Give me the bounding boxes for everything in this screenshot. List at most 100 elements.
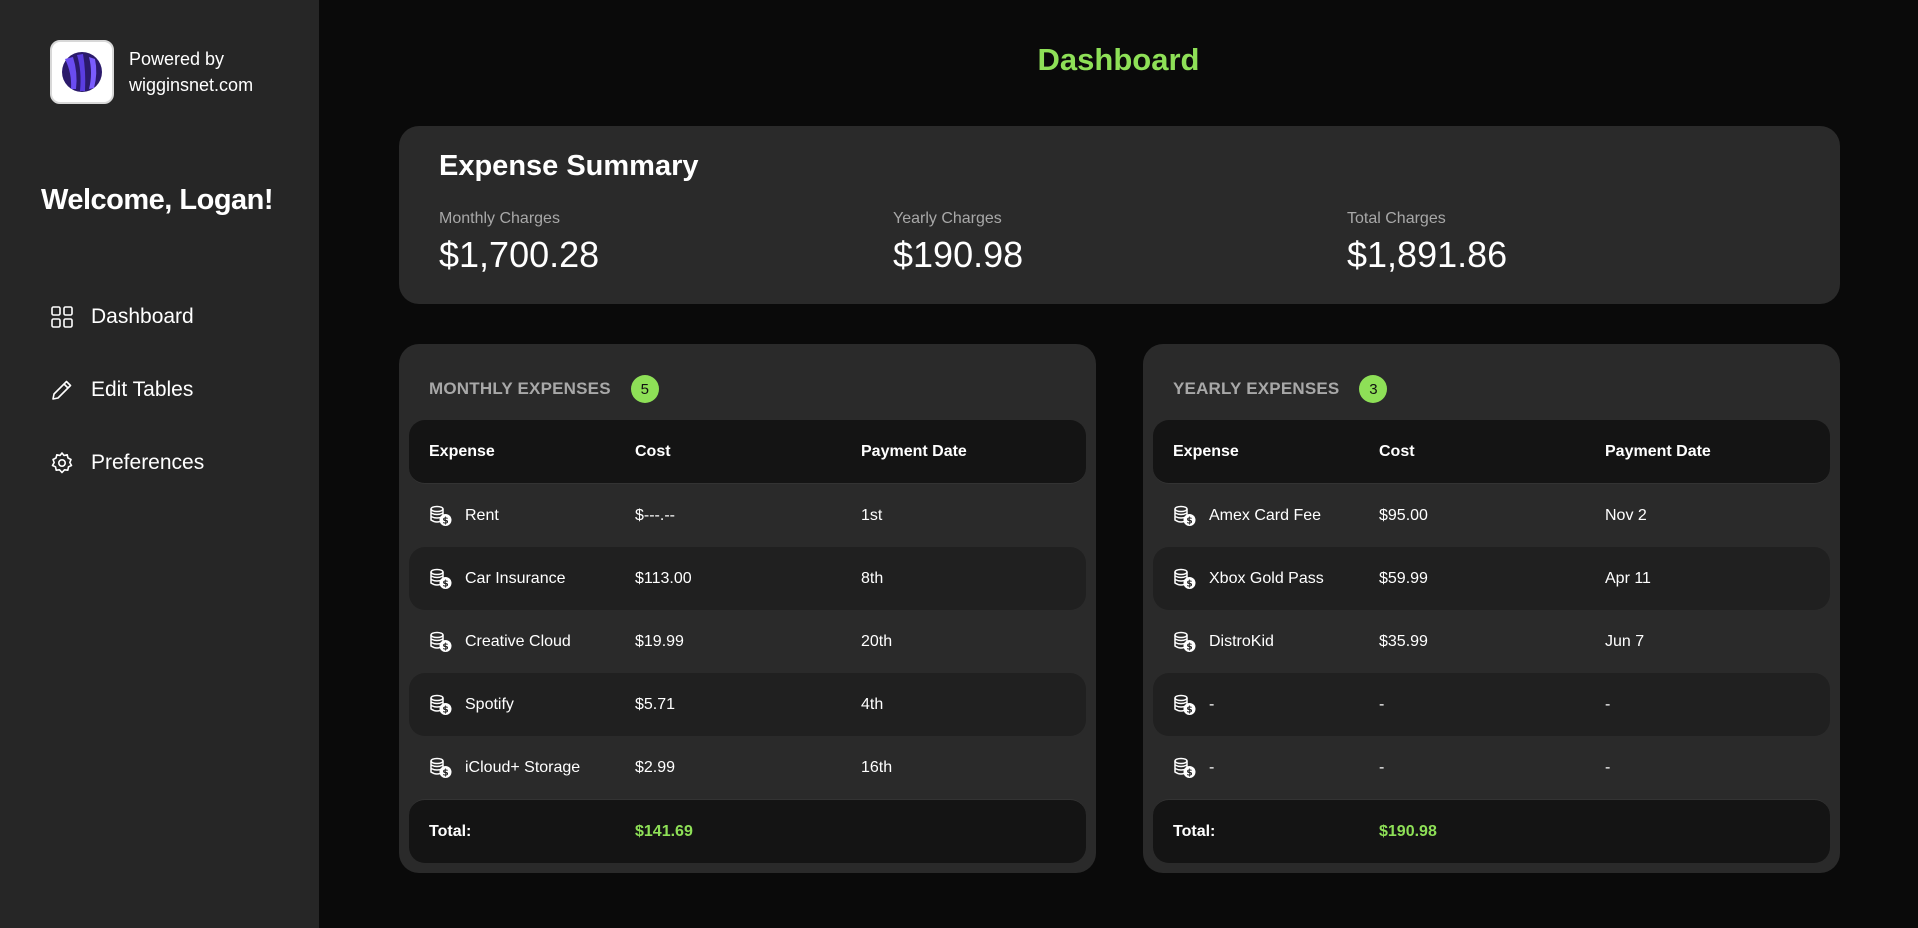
expense-date: 4th [861,695,884,713]
table-row[interactable]: $ Amex Card Fee $95.00 Nov 2 [1153,484,1830,547]
expense-date: 1st [861,506,883,524]
expense-name: Spotify [465,695,514,713]
coins-icon: $ [1173,568,1197,590]
expense-name: Xbox Gold Pass [1209,569,1324,587]
sidebar-item-label: Edit Tables [91,377,194,401]
expense-date: 16th [861,758,893,776]
grid-icon [49,304,75,330]
column-header-payment-date: Payment Date [861,442,967,460]
svg-text:$: $ [1186,705,1192,715]
expense-name: DistroKid [1209,632,1274,650]
yearly-expenses-table: Expense Cost Payment Date $ Amex Card Fee… [1153,420,1830,863]
expense-cost: - [1379,695,1385,713]
count-badge: 5 [630,375,659,403]
table-row[interactable]: $ Rent $---.-- 1st [409,484,1086,547]
table-row[interactable]: $ DistroKid $35.99 Jun 7 [1153,610,1830,673]
svg-text:$: $ [442,642,448,652]
svg-text:$: $ [442,705,448,715]
app: Powered by wigginsnet.com Welcome, Logan… [0,0,1918,928]
svg-text:$: $ [1186,516,1192,526]
brand[interactable]: Powered by wigginsnet.com [50,40,253,104]
expense-name: Creative Cloud [465,632,571,650]
monthly-expenses-table: Expense Cost Payment Date $ Rent $---.-- … [409,420,1086,863]
svg-text:$: $ [1186,579,1192,589]
sidebar-item-label: Dashboard [91,304,194,328]
page-title: Dashboard [1037,42,1200,77]
coins-icon: $ [429,631,453,653]
expense-cost: $5.71 [635,695,676,713]
coins-icon: $ [429,694,453,716]
expense-date: Nov 2 [1605,506,1647,524]
stat-label: Yearly Charges [893,210,1002,227]
panel-title: MONTHLY EXPENSES [429,379,611,398]
expense-date: Apr 11 [1605,569,1651,587]
coins-icon: $ [1173,505,1197,527]
table-row[interactable]: $ - - - [1153,736,1830,799]
table-header: Expense Cost Payment Date [1153,420,1830,484]
expense-date: 20th [861,632,893,650]
stat-label: Total Charges [1347,210,1446,227]
yearly-expenses-panel: YEARLY EXPENSES 3 Expense Cost Payment D… [1143,344,1840,873]
sidebar: Powered by wigginsnet.com Welcome, Logan… [0,0,319,928]
expense-date: 8th [861,569,884,587]
table-row[interactable]: $ Creative Cloud $19.99 20th [409,610,1086,673]
coins-icon: $ [1173,631,1197,653]
expense-summary-card: Expense Summary Monthly Charges $1,700.2… [399,126,1840,304]
sidebar-item-label: Preferences [91,450,205,474]
expense-cost: - [1379,758,1385,776]
expense-cost: $19.99 [635,632,684,650]
coins-icon: $ [429,757,453,779]
sidebar-item-edit-tables[interactable]: Edit Tables [49,353,204,426]
expense-name: iCloud+ Storage [465,758,581,776]
stat-yearly-charges: Yearly Charges $190.98 [893,210,1023,276]
table-row[interactable]: $ - - - [1153,673,1830,736]
brand-powered-by: Powered by [129,49,225,69]
gear-icon [49,450,75,476]
stat-monthly-charges: Monthly Charges $1,700.28 [439,210,599,276]
svg-text:$: $ [442,516,448,526]
brand-domain: wigginsnet.com [129,75,254,95]
column-header-cost: Cost [635,442,671,460]
pencil-icon [49,377,75,403]
coins-icon: $ [1173,694,1197,716]
sidebar-nav: Dashboard Edit Tables Preferences [49,280,204,499]
coins-icon: $ [1173,757,1197,779]
panel-title: YEARLY EXPENSES [1173,379,1340,398]
table-row[interactable]: $ Spotify $5.71 4th [409,673,1086,736]
expense-name: Car Insurance [465,569,566,587]
coins-icon: $ [429,568,453,590]
total-label: Total: [1173,822,1216,840]
main-content: Dashboard Expense Summary Monthly Charge… [319,0,1918,928]
expense-date: Jun 7 [1605,632,1645,650]
expense-cost: $---.-- [635,506,675,524]
table-row[interactable]: $ Car Insurance $113.00 8th [409,547,1086,610]
sidebar-item-dashboard[interactable]: Dashboard [49,280,204,353]
expense-name: - [1209,758,1215,776]
expense-cost: $59.99 [1379,569,1428,587]
coins-icon: $ [429,505,453,527]
expense-name: - [1209,695,1215,713]
stat-value: $1,700.28 [439,234,600,275]
column-header-expense: Expense [429,442,495,460]
table-header: Expense Cost Payment Date [409,420,1086,484]
total-label: Total: [429,822,472,840]
stat-total-charges: Total Charges $1,891.86 [1347,210,1507,276]
wigginsnet-logo [50,40,114,104]
stat-value: $1,891.86 [1347,234,1508,275]
expense-cost: $35.99 [1379,632,1428,650]
total-value: $141.69 [635,822,693,840]
table-row[interactable]: $ Xbox Gold Pass $59.99 Apr 11 [1153,547,1830,610]
table-row[interactable]: $ iCloud+ Storage $2.99 16th [409,736,1086,799]
expense-name: Amex Card Fee [1209,506,1322,524]
expense-date: - [1605,695,1611,713]
column-header-cost: Cost [1379,442,1415,460]
expense-name: Rent [465,506,499,524]
sidebar-item-preferences[interactable]: Preferences [49,426,204,499]
svg-text:$: $ [1186,642,1192,652]
svg-text:$: $ [442,768,448,778]
column-header-expense: Expense [1173,442,1239,460]
svg-text:$: $ [1186,768,1192,778]
column-header-payment-date: Payment Date [1605,442,1711,460]
count-badge: 3 [1359,375,1388,403]
summary-title: Expense Summary [439,150,699,182]
